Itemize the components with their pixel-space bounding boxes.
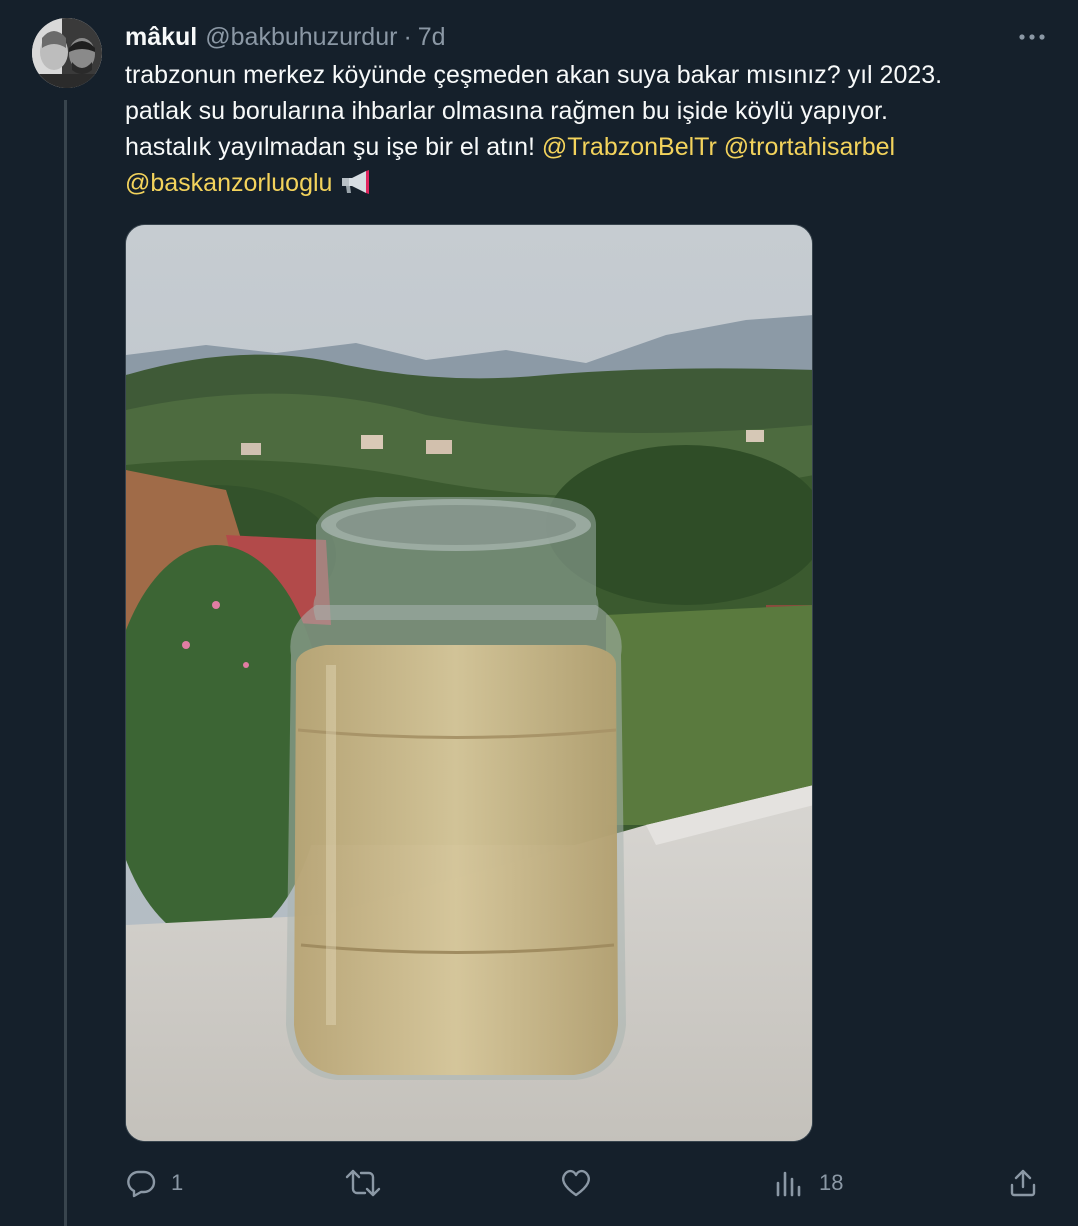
jar-of-water-photo [126, 225, 812, 1141]
mention-trabzonbeltr[interactable]: @TrabzonBelTr [542, 133, 717, 161]
more-options-button[interactable] [1014, 22, 1050, 52]
avatar[interactable] [32, 18, 102, 88]
share-button[interactable] [1007, 1163, 1039, 1203]
tweet-text-line-2: patlak su borularına ihbarlar olmasına r… [125, 97, 888, 125]
retweet-button[interactable] [345, 1163, 395, 1203]
timestamp[interactable]: 7d [418, 23, 446, 52]
views-chart-icon [776, 1171, 801, 1197]
avatar-image [32, 18, 102, 88]
tweet-photo[interactable] [125, 224, 813, 1142]
user-handle[interactable]: @bakbuhuzurdur [205, 23, 397, 52]
tweet-actions: 1 18 [125, 1163, 1055, 1203]
retweet-icon [345, 1169, 381, 1197]
heart-icon [562, 1169, 590, 1197]
megaphone-icon [338, 169, 372, 195]
display-name[interactable]: mâkul [125, 23, 197, 52]
tweet-text: trabzonun merkez köyünde çeşmeden akan s… [125, 57, 1055, 201]
tweet-text-line-3-text: hastalık yayılmadan şu işe bir el atın! [125, 133, 542, 161]
views-button[interactable]: 18 [773, 1163, 843, 1203]
reply-count: 1 [171, 1170, 184, 1195]
thread-line [64, 100, 67, 1226]
more-icon [1019, 34, 1045, 40]
share-icon [1010, 1169, 1036, 1197]
mention-baskanzorluoglu[interactable]: @baskanzorluoglu [125, 169, 332, 197]
like-button[interactable] [559, 1163, 607, 1203]
reply-icon [127, 1170, 156, 1198]
tweet-text-line-3: hastalık yayılmadan şu işe bir el atın! … [125, 129, 1055, 165]
tweet-header: mâkul @bakbuhuzurdur · 7d [125, 20, 446, 54]
mention-trortahisarbel[interactable]: @trortahisarbel [724, 133, 895, 161]
reply-button[interactable]: 1 [125, 1163, 183, 1203]
views-count: 18 [819, 1170, 844, 1195]
tweet-text-line-1: trabzonun merkez köyünde çeşmeden akan s… [125, 61, 943, 89]
separator-dot: · [403, 22, 412, 51]
tweet-text-line-4: @baskanzorluoglu [125, 165, 1055, 201]
